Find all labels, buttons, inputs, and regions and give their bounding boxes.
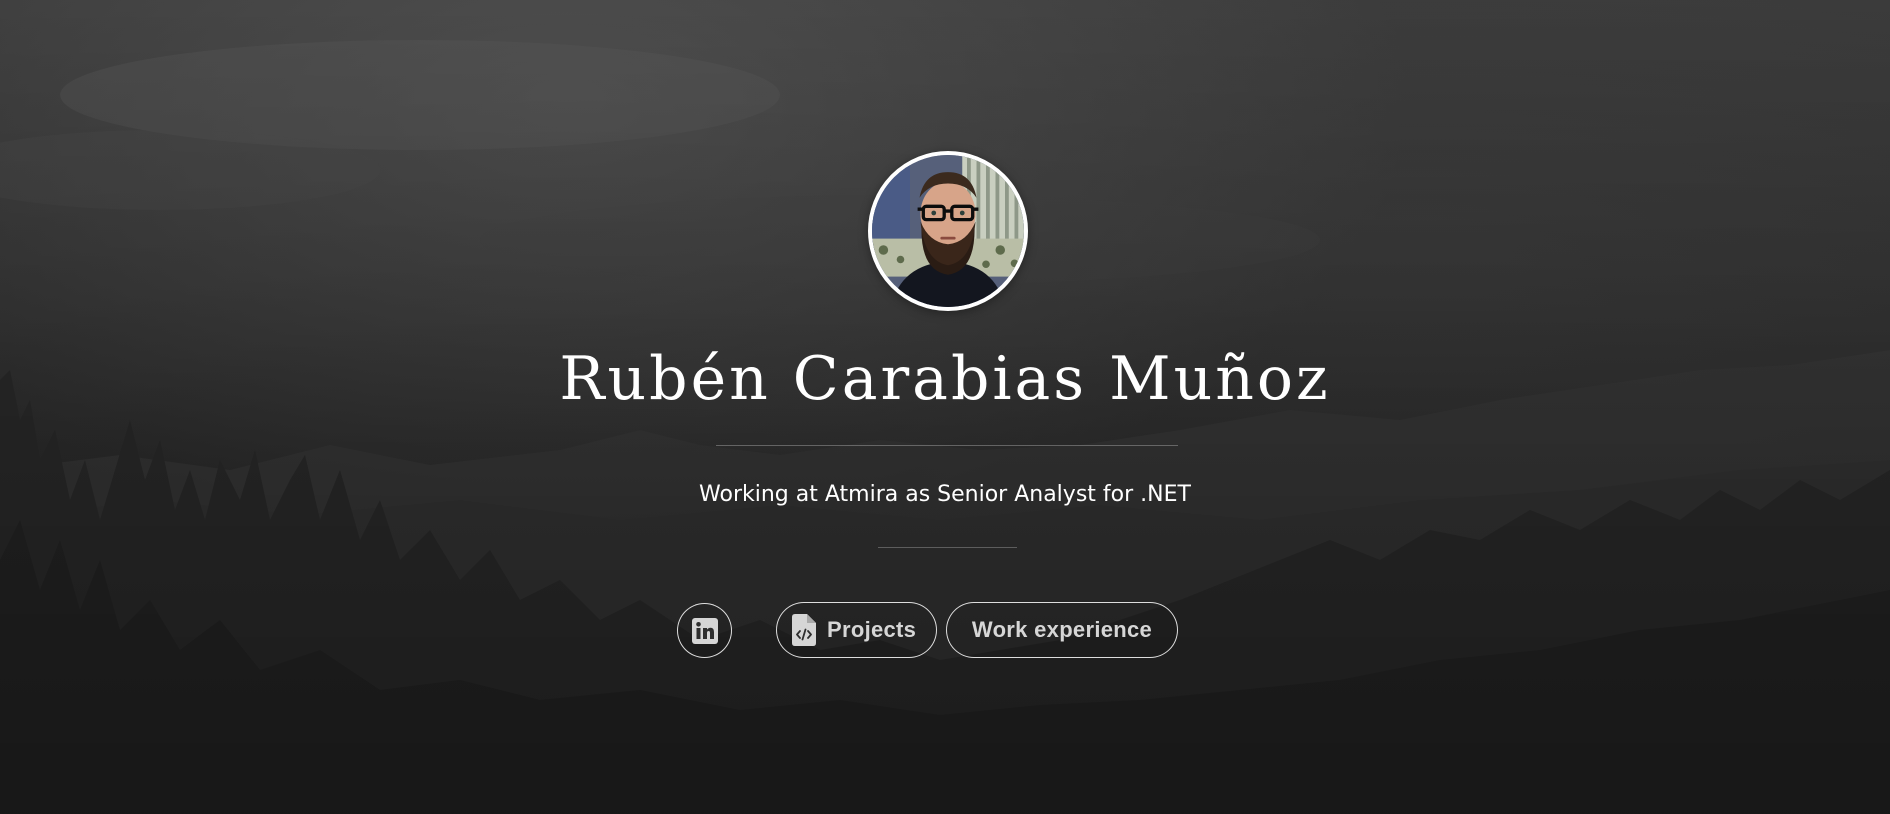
page-title: Rubén Carabias Muñoz [559, 344, 1331, 414]
title-divider [716, 445, 1178, 446]
tagline: Working at Atmira as Senior Analyst for … [699, 482, 1191, 507]
work-experience-button[interactable]: Work experience [946, 602, 1178, 658]
linkedin-icon [691, 615, 718, 647]
projects-button[interactable]: Projects [776, 602, 937, 658]
tagline-divider [878, 547, 1017, 548]
hero-section: Rubén Carabias Muñoz Working at Atmira a… [0, 0, 1890, 814]
profile-avatar [868, 151, 1028, 311]
projects-button-label: Projects [827, 617, 917, 642]
file-code-icon [791, 614, 817, 646]
profile-content: Rubén Carabias Muñoz Working at Atmira a… [0, 0, 1890, 814]
work-experience-button-label: Work experience [971, 617, 1153, 642]
avatar-photo [872, 155, 1024, 307]
linkedin-button[interactable] [677, 603, 732, 658]
